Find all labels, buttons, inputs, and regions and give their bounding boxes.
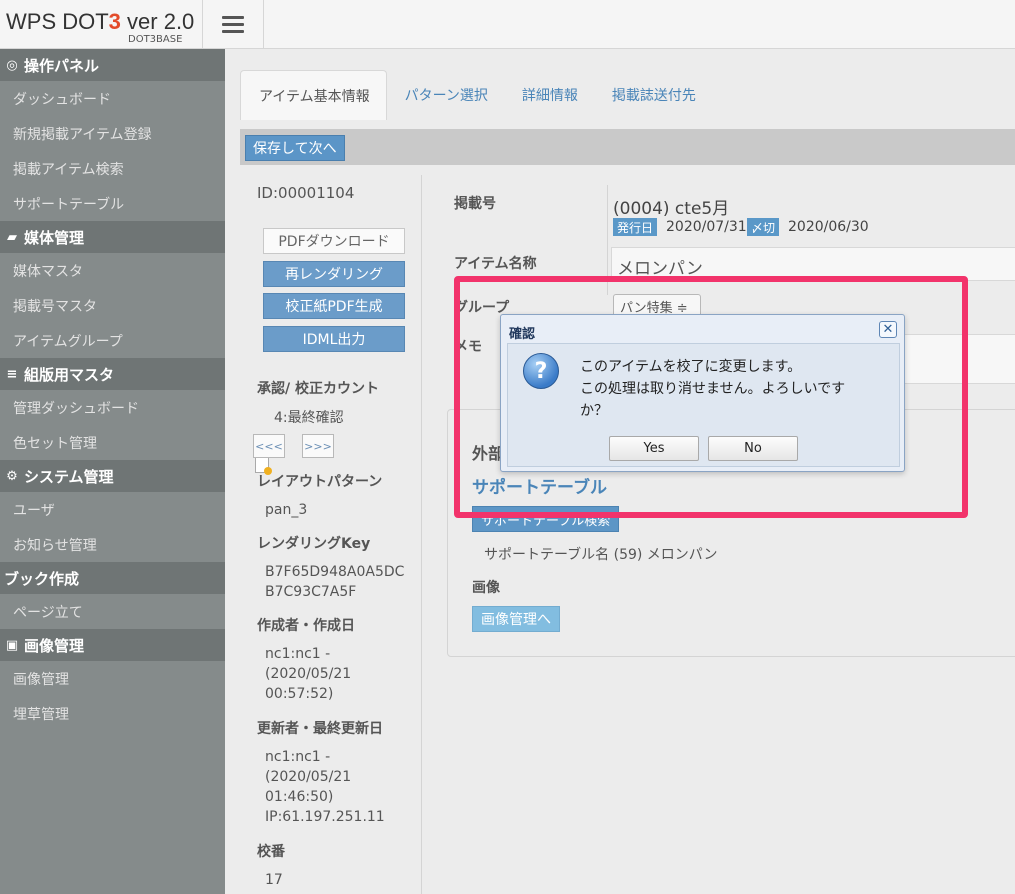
- edition-value: 17: [265, 872, 283, 888]
- dialog-title: 確認: [509, 327, 536, 342]
- item-name-input[interactable]: メロンパン: [611, 247, 1015, 281]
- dialog-titlebar[interactable]: 確認 ✕: [501, 315, 904, 345]
- sidebar-item-new-item[interactable]: 新規掲載アイテム登録: [0, 116, 225, 151]
- item-id: ID:00001104: [257, 184, 355, 202]
- sidebar: ◎ 操作パネル ダッシュボード 新規掲載アイテム登録 掲載アイテム検索 サポートテ…: [0, 49, 225, 894]
- issue-date: 2020/07/31: [666, 219, 747, 235]
- dialog-body: ? このアイテムを校了に変更します。 この処理は取り消せません。よろしいです か…: [507, 343, 900, 467]
- no-button[interactable]: No: [708, 436, 798, 461]
- gears-icon: ⚙: [6, 468, 18, 484]
- brand-subtitle: DOT3BASE: [128, 34, 183, 45]
- approval-heading: 承認/ 校正カウント: [257, 381, 379, 397]
- sidebar-item-users[interactable]: ユーザ: [0, 492, 225, 527]
- tab-mailing-address[interactable]: 掲載誌送付先: [594, 70, 712, 120]
- brand-version-number: 3: [108, 9, 121, 34]
- proof-pdf-button[interactable]: 校正紙PDF生成: [263, 293, 405, 319]
- deadline-badge: 〆切: [747, 218, 780, 236]
- sidebar-item-item-group[interactable]: アイテムグループ: [0, 323, 225, 358]
- support-table-search-button[interactable]: サポートテーブル検索: [472, 506, 620, 532]
- book-icon: ▰: [7, 229, 17, 245]
- sidebar-item-item-search[interactable]: 掲載アイテム検索: [0, 151, 225, 186]
- sidebar-item-color-set[interactable]: 色セット管理: [0, 425, 225, 460]
- tab-item-basic-info[interactable]: アイテム基本情報: [240, 70, 387, 120]
- tab-detail-info[interactable]: 詳細情報: [504, 70, 594, 120]
- brand-title: WPS DOT3 ver 2.0: [6, 9, 194, 35]
- issue-label: 掲載号: [454, 196, 496, 212]
- dialog-message-line-3: か？: [580, 403, 608, 419]
- issue-value: (0004) cte5月: [613, 199, 730, 219]
- dialog-message-line-2: この処理は取り消せません。よろしいです: [580, 381, 846, 397]
- sidebar-section-operation-panel[interactable]: ◎ 操作パネル: [0, 49, 225, 81]
- sidebar-section-system[interactable]: ⚙ システム管理: [0, 460, 225, 492]
- render-key-heading: レンダリングKey: [257, 536, 371, 552]
- updater-heading: 更新者・最終更新日: [257, 721, 383, 737]
- layout-pattern-value: pan_3: [265, 502, 308, 518]
- layout-pattern-heading: レイアウトパターン: [257, 474, 383, 490]
- database-icon: ≡: [6, 366, 18, 382]
- creator-heading: 作成者・作成日: [257, 618, 355, 634]
- render-key-line-1: B7F65D948A0A5DC: [265, 564, 405, 580]
- sidebar-item-filler-management[interactable]: 埋草管理: [0, 696, 225, 731]
- yes-button[interactable]: Yes: [609, 436, 699, 461]
- support-table-name: サポートテーブル名 (59) メロンパン: [484, 547, 718, 563]
- rerender-button[interactable]: 再レンダリング: [263, 261, 405, 287]
- idml-export-button[interactable]: IDML出力: [263, 326, 405, 352]
- sidebar-section-images[interactable]: ▣ 画像管理: [0, 629, 225, 661]
- creator-line-2: (2020/05/21: [265, 666, 352, 682]
- sidebar-item-image-management[interactable]: 画像管理: [0, 661, 225, 696]
- sidebar-item-page-layout[interactable]: ページ立て: [0, 594, 225, 629]
- toolbar: 保存して次へ: [240, 129, 1015, 165]
- confirm-dialog: 確認 ✕ ? このアイテムを校了に変更します。 この処理は取り消せません。よろし…: [500, 314, 905, 472]
- sidebar-item-notices[interactable]: お知らせ管理: [0, 527, 225, 562]
- next-status-button[interactable]: >>>: [302, 434, 334, 458]
- issue-date-badge: 発行日: [613, 218, 658, 236]
- close-icon[interactable]: ✕: [879, 321, 897, 338]
- picture-icon: ▣: [5, 637, 19, 653]
- form-divider: [607, 185, 608, 295]
- render-key-line-2: B7C93C7A5F: [265, 584, 357, 600]
- updater-line-2: (2020/05/21: [265, 769, 352, 785]
- tab-pattern-select[interactable]: パターン選択: [387, 70, 504, 120]
- sidebar-item-issue-master[interactable]: 掲載号マスタ: [0, 288, 225, 323]
- image-management-button[interactable]: 画像管理へ: [472, 606, 560, 632]
- sidebar-section-book[interactable]: ブック作成: [0, 562, 225, 594]
- item-name-label: アイテム名称: [454, 256, 537, 272]
- updater-ip: IP:61.197.251.11: [265, 809, 385, 825]
- previous-status-button[interactable]: <<<: [253, 434, 285, 458]
- top-header: WPS DOT3 ver 2.0 DOT3BASE: [0, 0, 1015, 49]
- menu-toggle-button[interactable]: [203, 0, 264, 49]
- memo-label: メモ: [454, 339, 482, 355]
- brand[interactable]: WPS DOT3 ver 2.0 DOT3BASE: [0, 0, 203, 49]
- tab-bar: アイテム基本情報 パターン選択 詳細情報 掲載誌送付先: [240, 70, 712, 120]
- approval-status: 4:最終確認: [274, 410, 344, 426]
- brand-prefix: WPS DOT: [6, 9, 109, 34]
- sidebar-item-support-table[interactable]: サポートテーブル: [0, 186, 225, 221]
- question-icon: ?: [523, 353, 559, 389]
- sidebar-item-media-master[interactable]: 媒体マスタ: [0, 253, 225, 288]
- sidebar-section-typesetting-master[interactable]: ≡ 組版用マスタ: [0, 358, 225, 390]
- updater-line-3: 01:46:50): [265, 789, 334, 805]
- sidebar-item-admin-dashboard[interactable]: 管理ダッシュボード: [0, 390, 225, 425]
- support-table-heading: サポートテーブル: [472, 478, 607, 498]
- dialog-message-line-1: このアイテムを校了に変更します。: [580, 359, 802, 375]
- dashboard-icon: ◎: [6, 57, 18, 73]
- item-meta-panel: ID:00001104 PDFダウンロード 再レンダリング 校正紙PDF生成 I…: [240, 175, 422, 894]
- pdf-download-button[interactable]: PDFダウンロード: [263, 228, 405, 254]
- creator-line-3: 00:57:52): [265, 686, 334, 702]
- save-and-next-button[interactable]: 保存して次へ: [245, 135, 345, 161]
- hamburger-icon: [222, 12, 244, 37]
- edition-heading: 校番: [257, 844, 285, 860]
- sidebar-section-media[interactable]: ▰ 媒体管理: [0, 221, 225, 253]
- creator-line-1: nc1:nc1 -: [265, 646, 331, 662]
- sidebar-item-dashboard[interactable]: ダッシュボード: [0, 81, 225, 116]
- deadline-date: 2020/06/30: [788, 219, 869, 235]
- updater-line-1: nc1:nc1 -: [265, 749, 331, 765]
- brand-suffix: ver 2.0: [120, 9, 195, 34]
- image-heading: 画像: [472, 580, 500, 596]
